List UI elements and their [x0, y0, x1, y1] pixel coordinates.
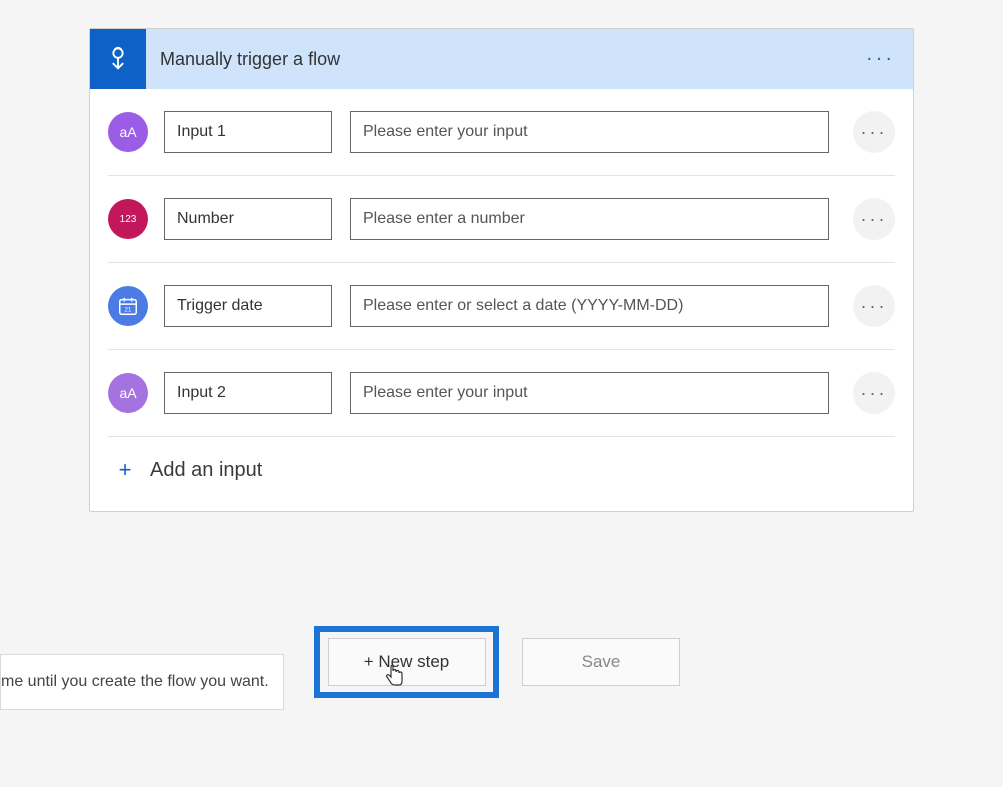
new-step-highlight: + New step: [314, 626, 499, 698]
input-row: 21 ···: [108, 263, 895, 350]
input-name-field[interactable]: [164, 111, 332, 153]
text-icon: aA: [108, 112, 148, 152]
date-icon: 21: [108, 286, 148, 326]
new-step-button[interactable]: + New step: [328, 638, 486, 686]
trigger-card: Manually trigger a flow ··· aA ··· 123 ·…: [89, 28, 914, 512]
add-input-label: Add an input: [150, 459, 262, 482]
add-input-button[interactable]: + Add an input: [108, 437, 895, 483]
input-more-button[interactable]: ···: [853, 111, 895, 153]
input-placeholder-field[interactable]: [350, 111, 829, 153]
trigger-more-button[interactable]: ···: [866, 48, 895, 71]
input-row: 123 ···: [108, 176, 895, 263]
trigger-title: Manually trigger a flow: [160, 49, 340, 70]
plus-icon: +: [114, 457, 136, 483]
input-placeholder-field[interactable]: [350, 285, 829, 327]
text-icon: aA: [108, 373, 148, 413]
input-row: aA ···: [108, 350, 895, 437]
input-row: aA ···: [108, 89, 895, 176]
hint-tooltip: me until you create the flow you want.: [0, 654, 284, 710]
input-placeholder-field[interactable]: [350, 198, 829, 240]
input-placeholder-field[interactable]: [350, 372, 829, 414]
input-more-button[interactable]: ···: [853, 372, 895, 414]
input-name-field[interactable]: [164, 372, 332, 414]
number-icon: 123: [108, 199, 148, 239]
input-name-field[interactable]: [164, 285, 332, 327]
save-button[interactable]: Save: [522, 638, 680, 686]
trigger-body: aA ··· 123 ··· 21: [90, 89, 913, 511]
svg-text:21: 21: [124, 307, 132, 314]
input-more-button[interactable]: ···: [853, 285, 895, 327]
input-name-field[interactable]: [164, 198, 332, 240]
trigger-header[interactable]: Manually trigger a flow ···: [90, 29, 913, 89]
trigger-icon: [90, 29, 146, 89]
input-more-button[interactable]: ···: [853, 198, 895, 240]
